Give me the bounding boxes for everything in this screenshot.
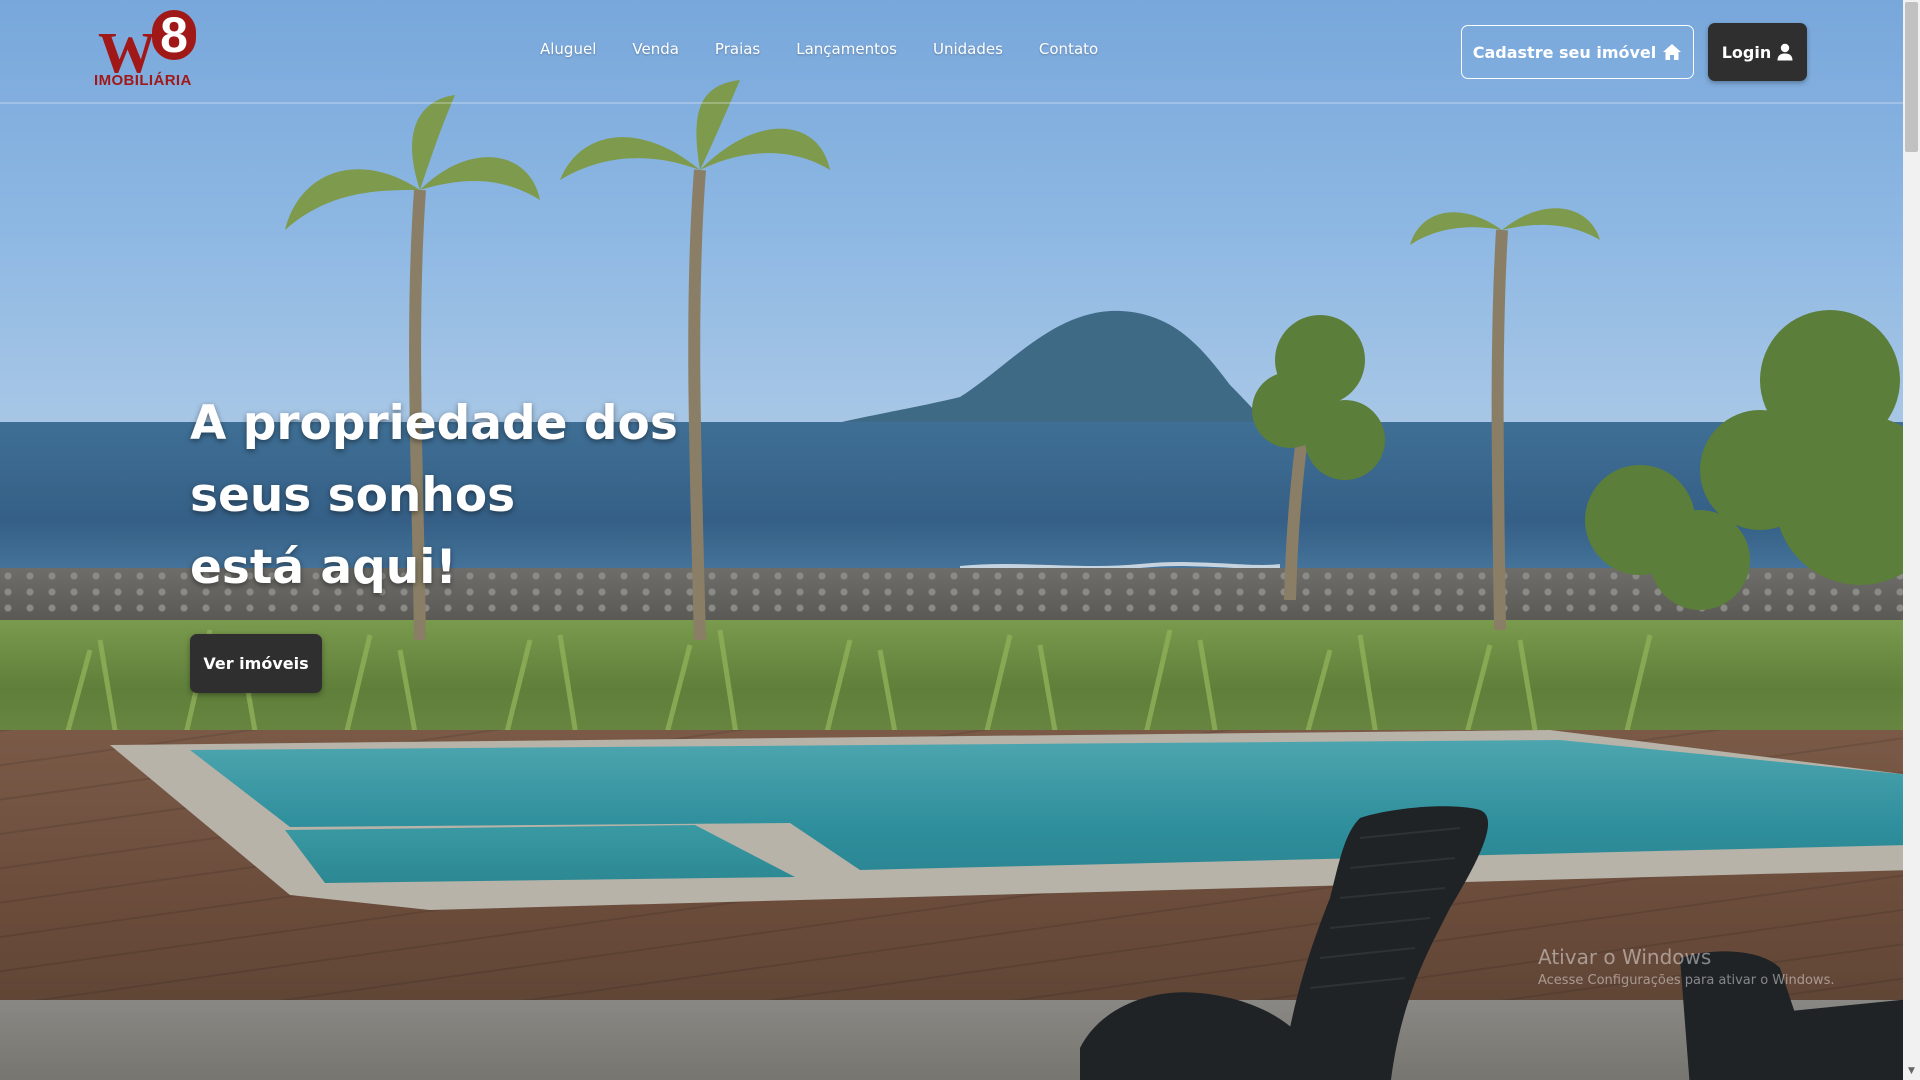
nav-item-contato[interactable]: Contato xyxy=(1039,40,1098,58)
login-label: Login xyxy=(1721,42,1772,62)
login-button[interactable]: Login xyxy=(1708,23,1807,81)
windows-activation-watermark: Ativar o Windows Acesse Configurações pa… xyxy=(1538,945,1834,988)
nav-item-unidades[interactable]: Unidades xyxy=(933,40,1003,58)
site-logo[interactable]: W 8 IMOBILIÁRIA xyxy=(92,10,204,90)
user-icon xyxy=(1777,43,1793,61)
page-scrollbar[interactable]: ▼ xyxy=(1903,0,1920,1080)
watermark-subtitle: Acesse Configurações para ativar o Windo… xyxy=(1538,973,1835,988)
nav-item-lancamentos[interactable]: Lançamentos xyxy=(796,40,897,58)
hero-title: A propriedade dos seus sonhos está aqui! xyxy=(190,388,710,604)
hero-title-line-3: está aqui! xyxy=(190,540,457,595)
hero-title-line-1: A propriedade dos xyxy=(190,396,678,451)
site-header: W 8 IMOBILIÁRIA Aluguel Venda Praias Lan… xyxy=(0,0,1903,104)
cadastre-imovel-button[interactable]: Cadastre seu imóvel xyxy=(1461,25,1694,79)
scrollbar-thumb[interactable] xyxy=(1905,2,1918,152)
home-icon xyxy=(1663,44,1682,60)
nav-item-venda[interactable]: Venda xyxy=(632,40,679,58)
watermark-title: Ativar o Windows xyxy=(1538,945,1712,969)
nav-item-aluguel[interactable]: Aluguel xyxy=(540,40,596,58)
logo-text: IMOBILIÁRIA xyxy=(94,72,192,89)
ver-imoveis-button[interactable]: Ver imóveis xyxy=(190,634,322,693)
cadastre-imovel-label: Cadastre seu imóvel xyxy=(1472,42,1657,62)
logo-mark-8: 8 xyxy=(152,10,196,60)
hero-title-line-2: seus sonhos xyxy=(190,468,516,523)
nav-item-praias[interactable]: Praias xyxy=(715,40,760,58)
main-nav: Aluguel Venda Praias Lançamentos Unidade… xyxy=(540,40,1134,58)
scroll-down-arrow-icon[interactable]: ▼ xyxy=(1903,1064,1920,1078)
lounge-chairs xyxy=(1080,806,1903,1080)
